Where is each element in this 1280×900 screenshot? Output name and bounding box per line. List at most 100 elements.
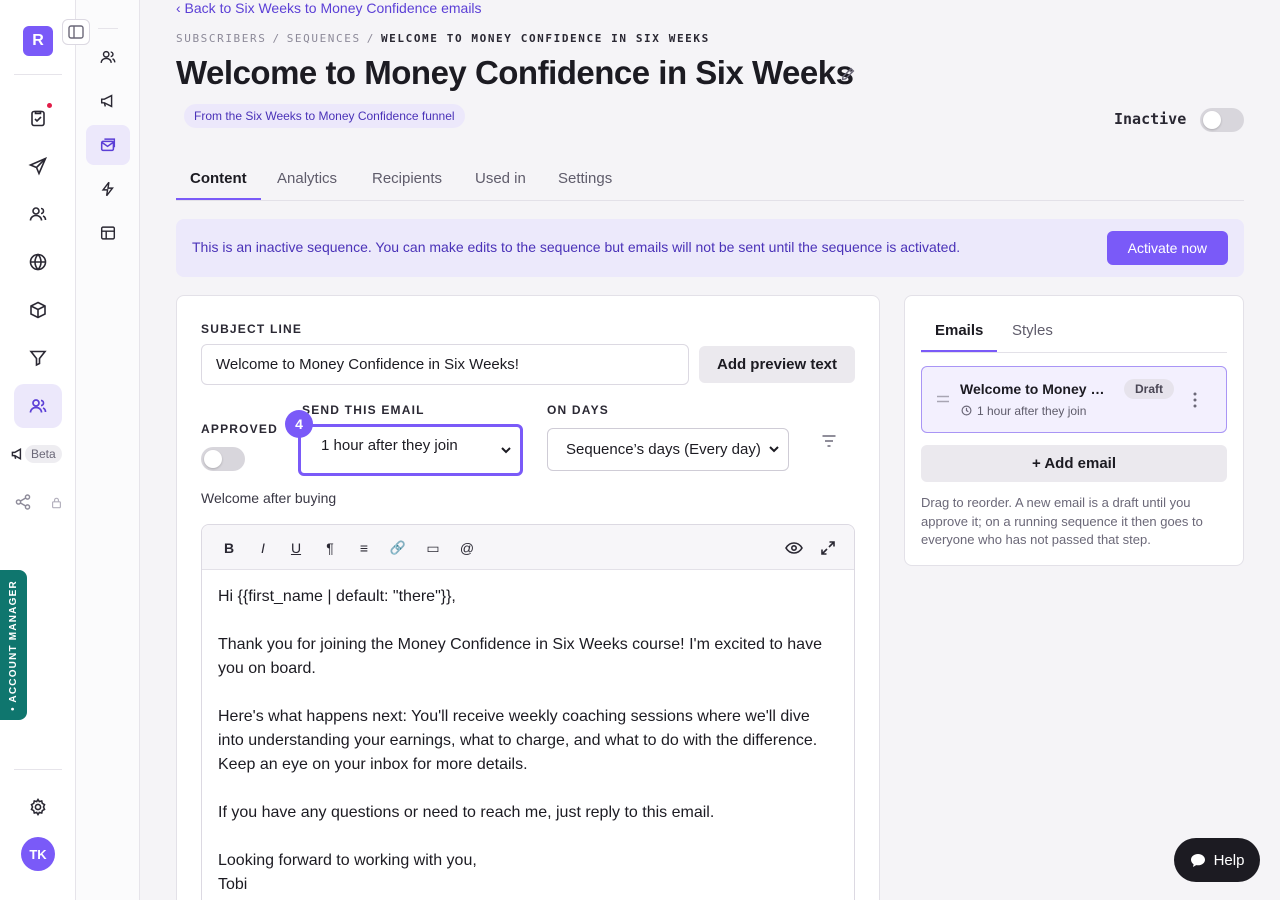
tab-used-in[interactable]: Used in	[461, 160, 540, 200]
filter-icon[interactable]	[821, 434, 837, 448]
on-days-label: ON DAYS	[547, 403, 609, 417]
breadcrumb-current: WELCOME TO MONEY CONFIDENCE IN SIX WEEKS	[380, 32, 710, 45]
notification-dot	[47, 103, 52, 108]
approved-toggle[interactable]	[201, 447, 245, 471]
beta-badge: Beta	[25, 445, 62, 463]
sequences-icon[interactable]	[86, 125, 130, 165]
status-label: Inactive	[1114, 110, 1187, 128]
settings-gear-icon[interactable]	[24, 793, 52, 821]
templates-icon[interactable]	[86, 213, 130, 253]
draft-status-badge: Draft	[1124, 379, 1175, 399]
body-paragraph	[218, 777, 838, 801]
divider	[14, 74, 62, 75]
globe-icon[interactable]	[24, 248, 52, 276]
chevron-down-icon	[501, 447, 511, 454]
account-manager-tab[interactable]: • ACCOUNT MANAGER	[0, 570, 27, 720]
sidebar-toggle-icon	[68, 25, 84, 39]
workspace-logo[interactable]: R	[23, 26, 53, 56]
more-options-icon[interactable]	[1193, 392, 1197, 408]
subject-line-label: SUBJECT LINE	[201, 322, 303, 336]
chevron-down-icon	[769, 446, 779, 453]
step-number-badge: 4	[285, 410, 313, 438]
lock-icon	[42, 488, 70, 516]
body-paragraph: If you have any questions or need to rea…	[218, 804, 715, 821]
body-paragraph	[218, 681, 838, 705]
send-timing-select[interactable]: 1 hour after they join	[298, 424, 523, 476]
send-icon[interactable]	[24, 152, 52, 180]
link-button[interactable]: 🔗	[388, 538, 408, 558]
help-button[interactable]: Help	[1174, 838, 1260, 882]
body-paragraph: Here's what happens next: You'll receive…	[218, 708, 818, 773]
user-avatar[interactable]: TK	[21, 837, 55, 871]
tab-recipients[interactable]: Recipients	[358, 160, 456, 200]
reorder-help-text: Drag to reorder. A new email is a draft …	[921, 495, 1203, 547]
email-list-item[interactable]: Welcome to Money Confidence in Six Weeks…	[921, 366, 1227, 433]
activate-now-button[interactable]: Activate now	[1106, 231, 1228, 265]
align-button[interactable]: ≡	[354, 538, 374, 558]
audience-icon[interactable]	[24, 392, 52, 420]
body-paragraph: Looking forward to working with you,	[218, 852, 477, 869]
send-this-email-label: SEND THIS EMAIL	[302, 403, 425, 417]
toggle-knob	[204, 450, 222, 468]
divider	[14, 769, 62, 770]
broadcast-icon[interactable]	[86, 81, 130, 121]
edit-pencil-icon[interactable]	[840, 66, 856, 82]
primary-sidebar: R Beta • ACCOUNT MANAGER TK	[0, 0, 76, 900]
add-email-button[interactable]: + Add email	[921, 445, 1227, 482]
subscribers-icon[interactable]	[24, 200, 52, 228]
email-description: Welcome after buying	[201, 490, 337, 506]
on-days-value: Sequence’s days (Every day)	[566, 441, 761, 458]
sequence-active-toggle[interactable]	[1200, 108, 1244, 132]
subject-line-input[interactable]	[201, 344, 689, 385]
body-paragraph	[218, 609, 838, 633]
tab-emails[interactable]: Emails	[921, 318, 998, 352]
emails-panel: Emails Styles Welcome to Money Confidenc…	[904, 295, 1244, 566]
bold-button[interactable]: B	[219, 538, 239, 558]
body-paragraph	[218, 825, 838, 849]
divider	[921, 352, 1227, 353]
image-button[interactable]: ▭	[423, 538, 443, 558]
chat-bubble-icon	[1190, 853, 1205, 867]
tab-bar: Content Analytics Recipients Used in Set…	[176, 160, 1244, 201]
mention-button[interactable]: @	[457, 538, 477, 558]
breadcrumb: SUBSCRIBERS / SEQUENCES / WELCOME TO MONEY C…	[176, 32, 710, 45]
notice-text: This is an inactive sequence. You can ma…	[192, 239, 961, 255]
page-title: Welcome to Money Confidence in Six Weeks	[176, 54, 854, 91]
toggle-knob	[1203, 111, 1221, 129]
sidebar-toggle-button[interactable]	[62, 19, 90, 45]
email-item-title: Welcome to Money Confidence in Six Weeks	[960, 381, 1112, 397]
paragraph-button[interactable]: ¶	[320, 538, 340, 558]
fullscreen-expand-icon[interactable]	[818, 538, 838, 558]
tab-content[interactable]: Content	[176, 160, 261, 200]
add-preview-text-button[interactable]: Add preview text	[699, 346, 855, 383]
tab-settings[interactable]: Settings	[544, 160, 626, 200]
share-icon[interactable]	[9, 488, 37, 516]
body-paragraph: Hi {{first_name | default: "there"}},	[218, 588, 456, 605]
italic-button[interactable]: I	[253, 538, 273, 558]
subscribers-nav-icon[interactable]	[86, 37, 130, 77]
divider	[98, 28, 118, 29]
email-body[interactable]: Hi {{first_name | default: "there"}}, Th…	[218, 585, 838, 897]
preview-eye-icon[interactable]	[784, 538, 804, 558]
automation-bolt-icon[interactable]	[86, 169, 130, 209]
on-days-select[interactable]: Sequence’s days (Every day)	[547, 428, 789, 471]
inactive-notice: This is an inactive sequence. You can ma…	[176, 219, 1244, 277]
drag-handle-icon[interactable]	[936, 394, 950, 404]
clock-icon	[961, 405, 972, 416]
email-item-timing: 1 hour after they join	[977, 404, 1087, 418]
back-link[interactable]: ‹ Back to Six Weeks to Money Confidence …	[176, 0, 482, 16]
email-editor-card: SUBJECT LINE Add preview text APPROVED S…	[176, 295, 880, 900]
underline-button[interactable]: U	[286, 538, 306, 558]
send-timing-value: 1 hour after they join	[321, 437, 458, 454]
clipboard-check-icon[interactable]	[24, 104, 52, 132]
editor-toolbar: B I U ¶ ≡ 🔗 ▭ @	[202, 525, 854, 570]
tab-styles[interactable]: Styles	[998, 318, 1067, 352]
package-icon[interactable]	[24, 296, 52, 324]
funnel-icon[interactable]	[24, 344, 52, 372]
funnel-badge[interactable]: From the Six Weeks to Money Confidence f…	[184, 104, 465, 128]
breadcrumb-sequences[interactable]: SEQUENCES	[287, 32, 361, 45]
breadcrumb-subscribers[interactable]: SUBSCRIBERS	[176, 32, 266, 45]
secondary-sidebar	[76, 0, 140, 900]
help-label: Help	[1213, 851, 1245, 869]
tab-analytics[interactable]: Analytics	[263, 160, 351, 200]
